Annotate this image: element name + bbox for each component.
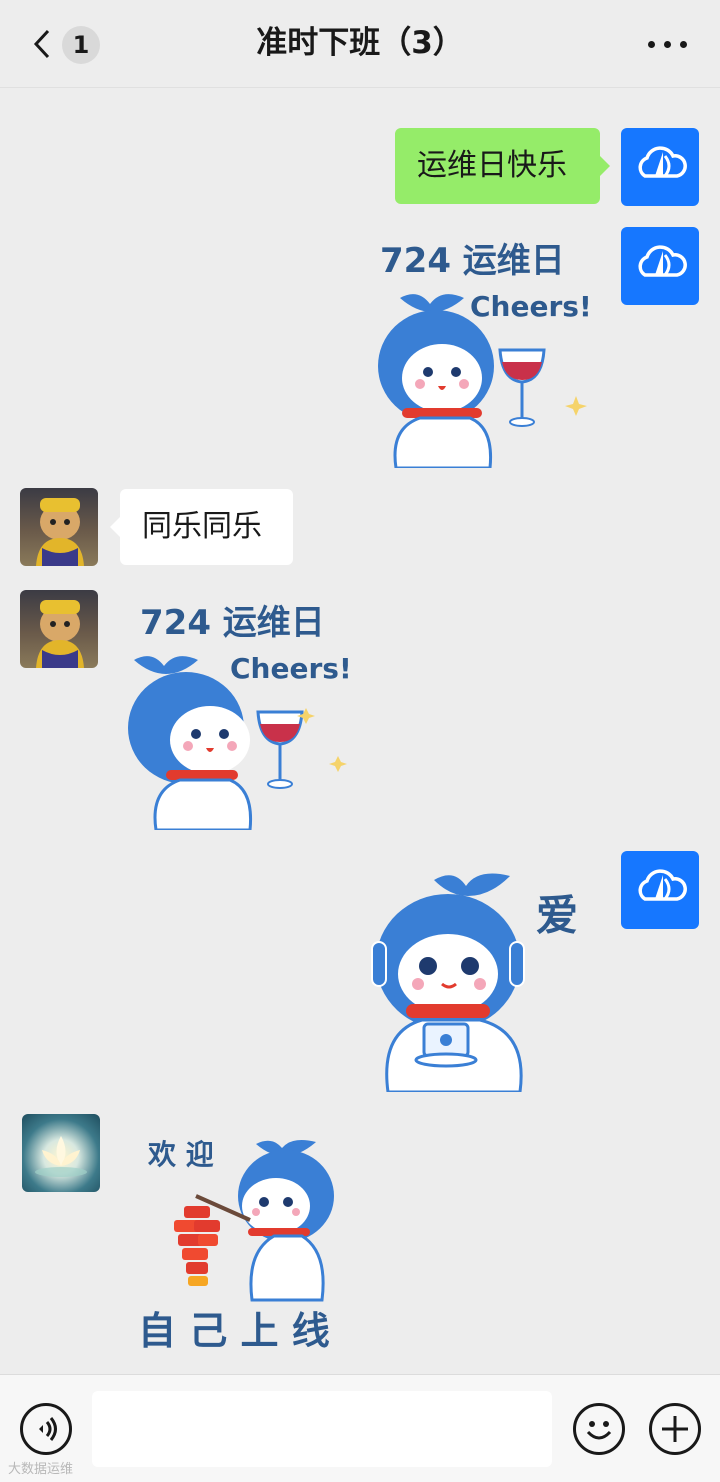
sparkle-icon [565,396,587,416]
ellipsis-dot [664,41,671,48]
unread-count-badge: 1 [62,26,100,64]
sticker-cheers[interactable]: 724 运维日 Cheers! [360,232,600,468]
message-bubble[interactable]: 运维日快乐 [395,128,610,204]
cloud-sail-logo-icon [638,245,687,277]
chat-header: 1 准时下班（3） [0,0,720,88]
sticker-welcome[interactable]: 欢 迎 自 己 上 线 [126,1124,366,1360]
scarf-icon [406,1004,490,1018]
back-button[interactable]: 1 [24,22,108,66]
cloud-sail-logo-icon [638,146,687,178]
lotus-photo-icon [35,1136,87,1177]
voice-icon [39,1417,57,1441]
contact-avatar-cat[interactable] [20,488,98,566]
sticker-text-line1: 724 运维日 [380,241,565,281]
sticker-text-line2: Cheers! [470,290,592,323]
sticker-text-line2: Cheers! [230,652,352,685]
cloud-sail-logo-icon [638,869,687,901]
ellipsis-icon [648,41,655,48]
whale-tail-icon [400,294,464,312]
contact-avatar-cat[interactable] [20,590,98,668]
firecracker-icon [174,1206,220,1286]
voice-button[interactable] [20,1403,72,1455]
sparkle-icon [329,756,347,772]
cat-photo-icon [36,498,84,566]
whale-tail-icon [434,873,510,896]
my-avatar[interactable] [621,851,699,929]
sticker-text-bottom: 自 己 上 线 [138,1309,330,1353]
sticker-text-top: 欢 迎 [147,1138,214,1171]
emoji-icon [586,1421,612,1440]
message-input[interactable] [92,1391,552,1467]
more-options-button[interactable] [644,26,692,62]
plus-icon [662,1416,688,1442]
message-bubble[interactable]: 同乐同乐 [110,489,293,565]
emoji-button[interactable] [573,1403,625,1455]
chevron-left-icon [33,29,50,59]
sticker-text-line1: 724 运维日 [140,603,325,643]
watermark: 大数据运维 [8,1462,74,1477]
ellipsis-dot [680,41,687,48]
my-avatar[interactable] [621,227,699,305]
whale-tail-icon [134,656,198,674]
my-avatar[interactable] [621,128,699,206]
chat-title: 准时下班（3） [256,25,464,61]
contact-avatar-lotus[interactable] [22,1114,100,1192]
cat-photo-icon [36,600,84,668]
sticker-love[interactable]: 爱 [360,856,600,1092]
sticker-cheers[interactable]: 724 运维日 Cheers! [120,594,360,830]
more-functions-button[interactable] [649,1403,701,1455]
sticker-caption: 爱 [536,891,578,940]
input-bar [0,1374,720,1482]
